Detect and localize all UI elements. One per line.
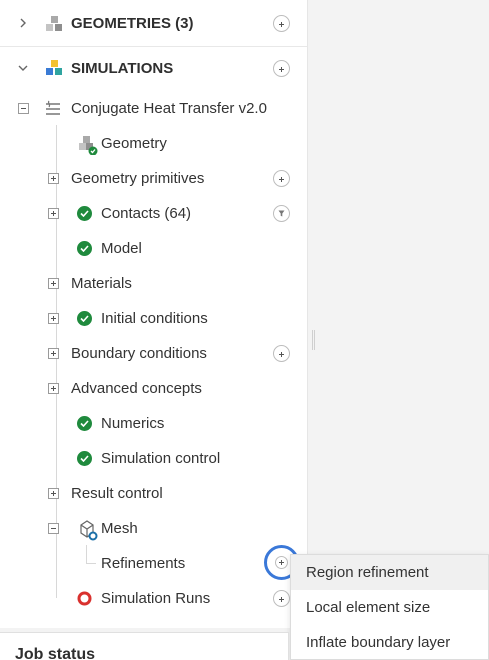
tree-item-label: Materials [71, 275, 132, 292]
tree-item-advanced-concepts[interactable]: Advanced concepts [0, 371, 307, 406]
menu-item-region-refinement[interactable]: Region refinement [291, 555, 488, 590]
add-geometry-button[interactable] [273, 15, 290, 32]
expand-toggle[interactable] [48, 208, 59, 219]
tree-item-simulation[interactable]: Conjugate Heat Transfer v2.0 [0, 91, 307, 126]
collapse-toggle[interactable] [18, 103, 29, 114]
tree-item-label: Advanced concepts [71, 380, 202, 397]
simulations-label: SIMULATIONS [71, 60, 174, 77]
tree-item-label: Initial conditions [101, 310, 208, 327]
expand-toggle[interactable] [48, 278, 59, 289]
filter-button[interactable] [273, 205, 290, 222]
tree-item-initial-conditions[interactable]: Initial conditions [0, 301, 307, 336]
add-simulation-button[interactable] [273, 60, 290, 77]
tree-item-materials[interactable]: Materials [0, 266, 307, 301]
error-status-icon [77, 591, 92, 611]
add-geometry-primitive-button[interactable] [273, 170, 290, 187]
expand-toggle[interactable] [48, 488, 59, 499]
tree-item-label: Boundary conditions [71, 345, 207, 362]
tree-item-model[interactable]: Model [0, 231, 307, 266]
tree-item-label: Simulation Runs [101, 590, 211, 607]
funnel-icon [278, 210, 285, 217]
heat-transfer-icon [44, 100, 62, 123]
tree-item-label: Geometry [101, 135, 167, 152]
divider [0, 46, 307, 47]
tree-item-simulation-runs[interactable]: Simulation Runs [0, 581, 307, 616]
add-refinement-menu: Region refinement Local element size Inf… [290, 554, 489, 660]
tree-item-boundary-conditions[interactable]: Boundary conditions [0, 336, 307, 371]
tree-item-geometry-primitives[interactable]: Geometry primitives [0, 161, 307, 196]
job-status-panel: Job status [0, 632, 289, 660]
menu-item-inflate-boundary-layer[interactable]: Inflate boundary layer [291, 625, 488, 660]
tree-section-geometries[interactable]: GEOMETRIES (3) [0, 6, 307, 41]
check-icon [77, 241, 92, 256]
tree-item-label: Result control [71, 485, 163, 502]
tree-item-label: Simulation control [101, 450, 221, 467]
job-status-title: Job status [15, 646, 96, 660]
tree-item-numerics[interactable]: Numerics [0, 406, 307, 441]
tree-item-refinements[interactable]: Refinements [0, 546, 307, 581]
expand-toggle[interactable] [48, 383, 59, 394]
check-icon [77, 206, 92, 221]
tree-item-label: Geometry primitives [71, 170, 205, 187]
collapse-toggle[interactable] [48, 523, 59, 534]
add-boundary-condition-button[interactable] [273, 345, 290, 362]
panel-resize-handle[interactable] [312, 330, 315, 350]
cubes-colored-icon [45, 59, 63, 82]
chevron-down-icon[interactable] [18, 63, 28, 73]
tree-item-label: Refinements [101, 555, 186, 572]
tree-section-simulations[interactable]: SIMULATIONS [0, 51, 307, 86]
tree-item-result-control[interactable]: Result control [0, 476, 307, 511]
geometry-cube-icon [78, 135, 98, 160]
mesh-icon [77, 519, 99, 546]
chevron-right-icon[interactable] [18, 18, 28, 28]
tree-item-label: Mesh [101, 520, 138, 537]
tree-item-mesh[interactable]: Mesh [0, 511, 307, 546]
geometries-label: GEOMETRIES (3) [71, 15, 194, 32]
tree-item-label: Contacts (64) [101, 205, 192, 222]
simulation-tree-panel: GEOMETRIES (3) SIMULATIONS Conjugate Hea… [0, 0, 308, 628]
expand-toggle[interactable] [48, 313, 59, 324]
check-icon [77, 311, 92, 326]
tree-item-geometry[interactable]: Geometry [0, 126, 307, 161]
simulation-name: Conjugate Heat Transfer v2.0 [71, 100, 267, 117]
tree-item-contacts[interactable]: Contacts (64) [0, 196, 307, 231]
plus-icon [275, 556, 288, 569]
expand-toggle[interactable] [48, 348, 59, 359]
cubes-icon [45, 15, 63, 38]
tree-item-label: Numerics [101, 415, 165, 432]
check-icon [77, 451, 92, 466]
check-icon [77, 416, 92, 431]
expand-toggle[interactable] [48, 173, 59, 184]
tree-item-label: Model [101, 240, 142, 257]
add-simulation-run-button[interactable] [273, 590, 290, 607]
menu-item-local-element-size[interactable]: Local element size [291, 590, 488, 625]
tree-item-simulation-control[interactable]: Simulation control [0, 441, 307, 476]
